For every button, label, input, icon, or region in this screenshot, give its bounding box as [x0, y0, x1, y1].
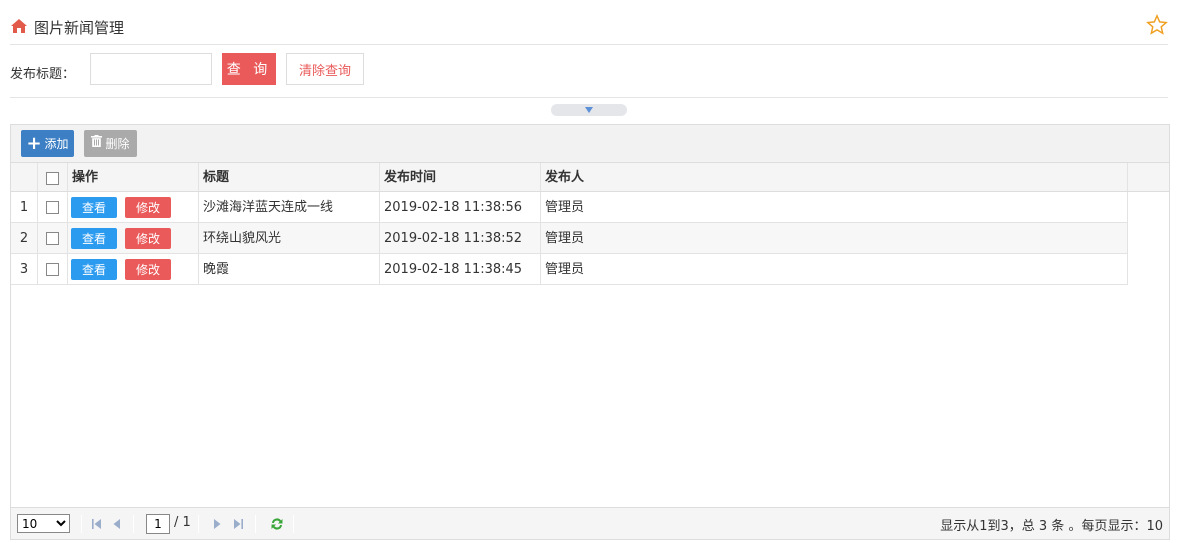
row-time: 2019-02-18 11:38:56 — [380, 192, 541, 222]
row-checkbox-cell — [38, 254, 68, 284]
page-size-select[interactable]: 10 — [17, 514, 70, 533]
query-button[interactable]: 查 询 — [222, 53, 276, 85]
edit-button[interactable]: 修改 — [125, 259, 171, 280]
row-checkbox-cell — [38, 192, 68, 222]
header-num — [11, 163, 38, 191]
collapse-toggle[interactable] — [551, 104, 627, 116]
star-icon[interactable] — [1146, 14, 1168, 36]
pager-divider — [81, 515, 82, 533]
pager-divider — [198, 515, 199, 533]
delete-label: 删除 — [105, 137, 130, 151]
chevron-down-icon — [585, 107, 593, 113]
select-all-checkbox[interactable] — [46, 172, 59, 185]
title-search-input[interactable] — [90, 53, 212, 85]
edit-button[interactable]: 修改 — [125, 197, 171, 218]
total-pages: / 1 — [174, 515, 191, 530]
page-title: 图片新闻管理 — [34, 19, 125, 37]
header-author[interactable]: 发布人 — [541, 163, 1128, 191]
row-author: 管理员 — [541, 192, 1128, 222]
row-number: 1 — [11, 192, 38, 222]
table-header: 操作 标题 发布时间 发布人 — [11, 163, 1169, 192]
clear-query-button[interactable]: 清除查询 — [286, 53, 364, 85]
table-row[interactable]: 2 查看 修改 环绕山貌风光 2019-02-18 11:38:52 管理员 — [11, 223, 1128, 254]
view-button[interactable]: 查看 — [71, 228, 117, 249]
row-checkbox[interactable] — [46, 232, 59, 245]
row-time: 2019-02-18 11:38:45 — [380, 254, 541, 284]
pager-info: 显示从1到3，总 3 条 。每页显示：10 — [940, 519, 1163, 534]
row-actions: 查看 修改 — [68, 254, 199, 284]
row-checkbox[interactable] — [46, 201, 59, 214]
search-bar: 发布标题： 查 询 清除查询 — [10, 52, 1168, 98]
row-number: 3 — [11, 254, 38, 284]
grid-toolbar: + 添加 删除 — [11, 125, 1169, 163]
header-spacer — [1128, 163, 1169, 191]
search-label: 发布标题： — [10, 67, 76, 82]
last-page-icon[interactable] — [231, 517, 245, 531]
row-actions: 查看 修改 — [68, 223, 199, 253]
row-title: 晚霞 — [199, 254, 380, 284]
trash-icon — [91, 135, 103, 147]
first-page-icon[interactable] — [90, 517, 104, 531]
pager-divider — [293, 515, 294, 533]
row-number: 2 — [11, 223, 38, 253]
pager-divider — [133, 515, 134, 533]
row-checkbox-cell — [38, 223, 68, 253]
header-operation: 操作 — [68, 163, 199, 191]
view-button[interactable]: 查看 — [71, 197, 117, 218]
row-checkbox[interactable] — [46, 263, 59, 276]
delete-button[interactable]: 删除 — [84, 130, 137, 157]
news-grid: + 添加 删除 操作 标题 发布时间 发布人 1 查看 修改 沙滩海洋蓝天连成一… — [10, 124, 1170, 540]
table-row[interactable]: 1 查看 修改 沙滩海洋蓝天连成一线 2019-02-18 11:38:56 管… — [11, 192, 1128, 223]
header-title[interactable]: 标题 — [199, 163, 380, 191]
add-label: 添加 — [44, 137, 69, 151]
pagination-bar: 10 / 1 显示从1到3，总 3 条 。每页显示：10 — [11, 507, 1169, 539]
refresh-icon[interactable] — [269, 516, 285, 532]
header-checkbox-cell — [38, 163, 68, 191]
pager-divider — [255, 515, 256, 533]
view-button[interactable]: 查看 — [71, 259, 117, 280]
prev-page-icon[interactable] — [110, 517, 124, 531]
edit-button[interactable]: 修改 — [125, 228, 171, 249]
page-header: 图片新闻管理 — [10, 14, 1168, 45]
current-page-input[interactable] — [146, 514, 170, 534]
row-title: 环绕山貌风光 — [199, 223, 380, 253]
header-time[interactable]: 发布时间 — [380, 163, 541, 191]
next-page-icon[interactable] — [210, 517, 224, 531]
table-row[interactable]: 3 查看 修改 晚霞 2019-02-18 11:38:45 管理员 — [11, 254, 1128, 285]
home-icon — [11, 19, 27, 33]
add-button[interactable]: + 添加 — [21, 130, 74, 157]
row-actions: 查看 修改 — [68, 192, 199, 222]
row-time: 2019-02-18 11:38:52 — [380, 223, 541, 253]
row-title: 沙滩海洋蓝天连成一线 — [199, 192, 380, 222]
row-author: 管理员 — [541, 223, 1128, 253]
plus-icon: + — [26, 132, 42, 154]
row-author: 管理员 — [541, 254, 1128, 284]
